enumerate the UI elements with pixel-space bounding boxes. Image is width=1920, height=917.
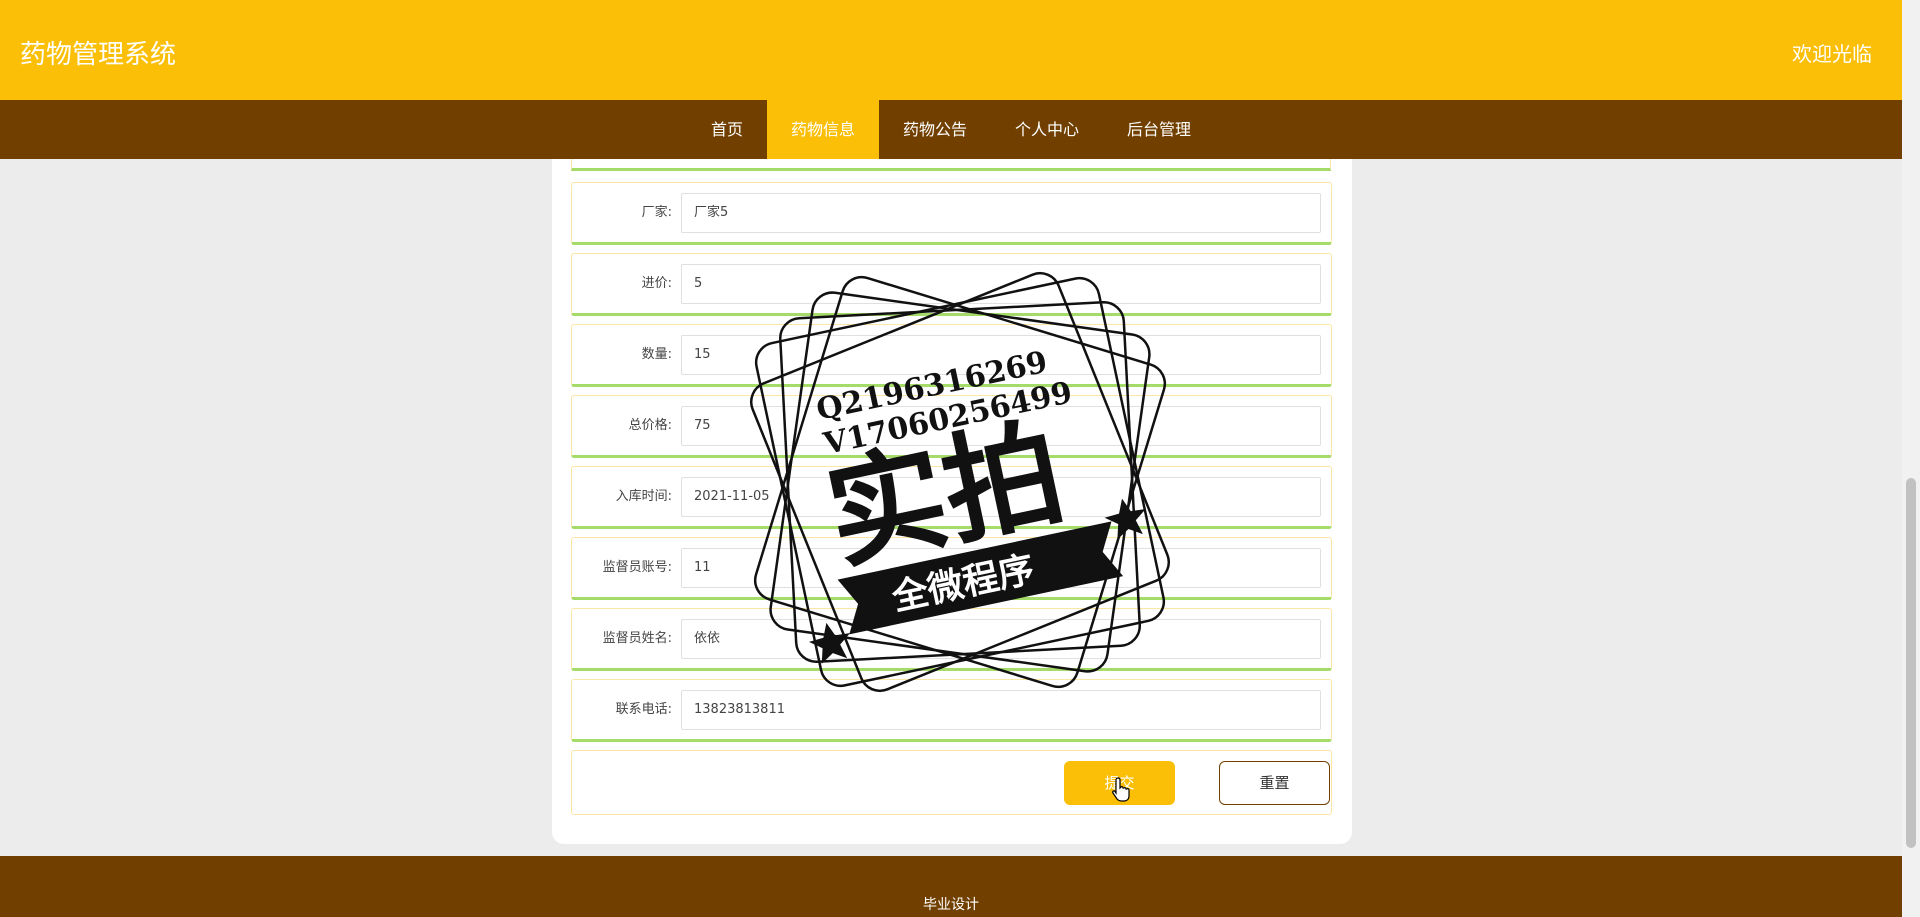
- supervisor-name-input[interactable]: 依依: [681, 619, 1321, 659]
- nav-item-admin[interactable]: 后台管理: [1103, 100, 1215, 159]
- supervisor-account-label: 监督员账号:: [602, 560, 672, 575]
- manufacturer-input[interactable]: 厂家5: [681, 193, 1321, 233]
- welcome-text: 欢迎光临: [1792, 42, 1872, 66]
- reset-button[interactable]: 重置: [1219, 761, 1330, 805]
- hand-cursor-icon: [1112, 777, 1130, 802]
- main-nav: 首页 药物信息 药物公告 个人中心 后台管理: [0, 100, 1902, 159]
- total-price-input[interactable]: 75: [681, 406, 1321, 446]
- nav-item-drug-notice[interactable]: 药物公告: [879, 100, 991, 159]
- form-row-purchase-price: 进价: 5: [571, 253, 1332, 316]
- purchase-price-label: 进价:: [641, 276, 672, 291]
- form-row-stock-in-date: 入库时间: 2021-11-05: [571, 466, 1332, 529]
- phone-input[interactable]: 13823813811: [681, 690, 1321, 730]
- footer: 毕业设计: [0, 856, 1902, 917]
- form-row-total-price: 总价格: 75: [571, 395, 1332, 458]
- stock-in-date-label: 入库时间:: [615, 489, 672, 504]
- form-row-phone: 联系电话: 13823813811: [571, 679, 1332, 742]
- nav-item-drug-info[interactable]: 药物信息: [766, 100, 879, 159]
- quantity-input[interactable]: 15: [681, 335, 1321, 375]
- footer-text: 毕业设计: [923, 897, 979, 913]
- form-row-supervisor-account: 监督员账号: 11: [571, 537, 1332, 600]
- total-price-label: 总价格:: [628, 418, 672, 433]
- form-actions: 提交 重置: [571, 750, 1332, 815]
- nav-item-personal-center[interactable]: 个人中心: [991, 100, 1103, 159]
- phone-label: 联系电话:: [615, 702, 672, 717]
- form-row-manufacturer: 厂家: 厂家5: [571, 182, 1332, 245]
- form-row-quantity: 数量: 15: [571, 324, 1332, 387]
- form-row-supervisor-name: 监督员姓名: 依依: [571, 608, 1332, 671]
- manufacturer-label: 厂家:: [641, 205, 672, 220]
- supervisor-name-label: 监督员姓名:: [602, 631, 672, 646]
- app-title: 药物管理系统: [20, 40, 177, 70]
- page-scrollbar[interactable]: [1902, 0, 1920, 917]
- stock-in-date-input[interactable]: 2021-11-05: [681, 477, 1321, 517]
- form-panel: 厂家: 厂家5 进价: 5 数量: 15 总价格: 75 入库时间: 2021-…: [552, 159, 1352, 844]
- supervisor-account-input[interactable]: 11: [681, 548, 1321, 588]
- quantity-label: 数量:: [641, 347, 672, 362]
- purchase-price-input[interactable]: 5: [681, 264, 1321, 304]
- nav-item-home[interactable]: 首页: [687, 100, 767, 159]
- top-header: 药物管理系统 欢迎光临: [0, 0, 1902, 100]
- scrollbar-thumb[interactable]: [1906, 478, 1916, 848]
- previous-row-edge: [571, 159, 1331, 171]
